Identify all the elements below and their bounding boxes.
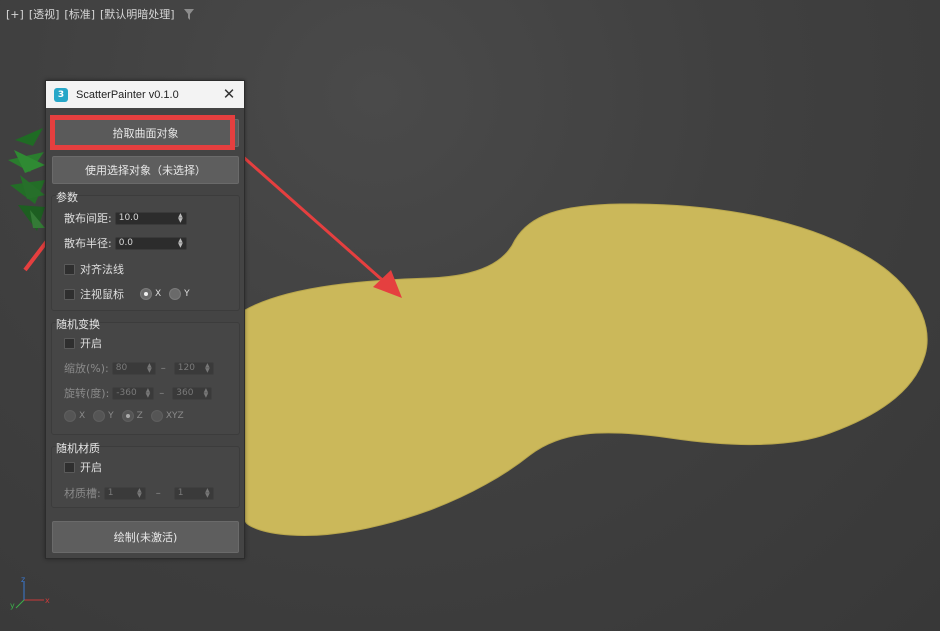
random-transform-title: 随机变换 — [56, 318, 100, 331]
rotate-max-value: 360 — [176, 388, 194, 398]
viewport-menu-standard[interactable]: [标准] — [62, 6, 98, 22]
rotate-min-value: -360 — [116, 388, 137, 398]
transform-enable-checkbox[interactable] — [64, 337, 75, 349]
funnel-icon[interactable] — [183, 8, 194, 20]
radius-spinner[interactable]: 0.0 ▲ ▼ — [114, 236, 187, 250]
range-dash: – — [160, 362, 166, 374]
transform-axis-xyz-radio[interactable] — [150, 410, 163, 422]
look-at-mouse-label: 注视鼠标 — [80, 288, 124, 301]
svg-text:z: z — [21, 575, 25, 584]
transform-axis-y-radio[interactable] — [93, 410, 106, 422]
rotate-label: 旋转(度): — [64, 387, 110, 400]
scatter-painter-dialog: 3 ScatterPainter v0.1.0 ✕ 拾取曲面对象 使用选择对象（… — [45, 80, 245, 559]
axis-gizmo-icon: x z y — [10, 575, 50, 610]
svg-text:y: y — [10, 601, 15, 610]
rotate-row: 旋转(度): -360 ▲ ▼ – 360 ▲ ▼ — [64, 385, 213, 401]
viewport-label-bar: [+] [透视] [标准] [默认明暗处理] — [4, 6, 194, 22]
scale-max-spinner[interactable]: 120 ▲ ▼ — [173, 361, 214, 375]
scale-min-value: 80 — [115, 363, 128, 373]
scale-row: 缩放(%): 80 ▲ ▼ – 120 ▲ ▼ — [64, 360, 214, 376]
slot-max-spinner[interactable]: 1 ▲ ▼ — [173, 486, 214, 500]
yellow-surface-object[interactable] — [244, 203, 928, 536]
spinner-arrows-icon[interactable]: ▲ ▼ — [146, 388, 151, 399]
spinner-arrows-icon[interactable]: ▲ ▼ — [137, 488, 142, 499]
spacing-value: 10.0 — [118, 213, 139, 223]
transform-axis-x-radio[interactable] — [64, 410, 76, 422]
look-at-mouse-row: 注视鼠标 X Y — [64, 286, 198, 302]
transform-axis-row: X Y Z XYZ — [64, 410, 192, 422]
material-slot-row: 材质槽: 1 ▲ ▼ – 1 ▲ ▼ — [64, 485, 214, 501]
use-selection-button[interactable]: 使用选择对象（未选择） — [52, 156, 239, 184]
look-at-mouse-checkbox[interactable] — [64, 288, 75, 300]
spacing-row: 散布间距: 10.0 ▲ ▼ — [64, 210, 187, 226]
spinner-arrows-icon[interactable]: ▲ ▼ — [178, 213, 183, 224]
random-material-title: 随机材质 — [56, 442, 100, 455]
spacing-label: 散布间距: — [64, 212, 112, 225]
spinner-arrows-icon[interactable]: ▲ ▼ — [178, 238, 183, 249]
transform-axis-xyz-label: XYZ — [165, 411, 184, 421]
material-enable-checkbox[interactable] — [64, 461, 75, 473]
align-normal-label: 对齐法线 — [80, 263, 124, 276]
slot-max-value: 1 — [177, 488, 184, 498]
close-icon[interactable]: ✕ — [220, 85, 238, 103]
transform-axis-y-label: Y — [108, 411, 114, 421]
draw-button[interactable]: 绘制(未激活) — [52, 521, 239, 553]
transform-axis-z-radio[interactable] — [121, 410, 134, 422]
radius-row: 散布半径: 0.0 ▲ ▼ — [64, 235, 187, 251]
axis-y-label: Y — [184, 289, 190, 299]
slot-min-spinner[interactable]: 1 ▲ ▼ — [103, 486, 146, 500]
viewport-menu-perspective[interactable]: [透视] — [27, 6, 63, 22]
params-group: 参数 散布间距: 10.0 ▲ ▼ 散布半径: 0.0 ▲ ▼ 对齐法线 注视鼠标 … — [51, 191, 240, 311]
plant-object[interactable] — [8, 128, 45, 231]
align-normal-row[interactable]: 对齐法线 — [64, 261, 124, 277]
transform-enable-row[interactable]: 开启 — [64, 335, 102, 351]
spacing-spinner[interactable]: 10.0 ▲ ▼ — [114, 211, 187, 225]
viewport-menu-plus[interactable]: [+] — [4, 8, 27, 21]
scale-label: 缩放(%): — [64, 362, 109, 375]
radius-value: 0.0 — [118, 238, 134, 248]
material-enable-label: 开启 — [80, 461, 102, 474]
align-normal-checkbox[interactable] — [64, 263, 75, 275]
slot-min-value: 1 — [107, 488, 114, 498]
spinner-arrows-icon[interactable]: ▲ ▼ — [205, 488, 210, 499]
app-icon: 3 — [54, 87, 68, 102]
rotate-min-spinner[interactable]: -360 ▲ ▼ — [112, 386, 155, 400]
transform-axis-x-label: X — [79, 411, 86, 421]
range-dash: – — [159, 387, 165, 399]
rotate-max-spinner[interactable]: 360 ▲ ▼ — [172, 386, 213, 400]
params-group-title: 参数 — [56, 191, 78, 204]
pick-surface-button[interactable]: 拾取曲面对象 — [52, 119, 239, 147]
spinner-arrows-icon[interactable]: ▲ ▼ — [205, 363, 210, 374]
viewport-menu-shading[interactable]: [默认明暗处理] — [98, 6, 178, 22]
transform-axis-z-label: Z — [136, 411, 143, 421]
random-material-group: 随机材质 开启 材质槽: 1 ▲ ▼ – 1 ▲ ▼ — [51, 442, 240, 508]
axis-y-radio[interactable] — [169, 288, 182, 300]
range-dash: – — [155, 487, 161, 499]
scale-min-spinner[interactable]: 80 ▲ ▼ — [111, 361, 156, 375]
svg-text:x: x — [45, 596, 50, 605]
radius-label: 散布半径: — [64, 237, 112, 250]
material-enable-row[interactable]: 开启 — [64, 459, 102, 475]
axis-x-radio[interactable] — [140, 288, 152, 300]
random-transform-group: 随机变换 开启 缩放(%): 80 ▲ ▼ – 120 ▲ ▼ 旋转(度): -36… — [51, 318, 240, 435]
axis-x-label: X — [155, 289, 162, 299]
scale-max-value: 120 — [177, 363, 195, 373]
dialog-title: ScatterPainter v0.1.0 — [76, 88, 179, 101]
transform-enable-label: 开启 — [80, 337, 102, 350]
spinner-arrows-icon[interactable]: ▲ ▼ — [204, 388, 209, 399]
spinner-arrows-icon[interactable]: ▲ ▼ — [147, 363, 152, 374]
dialog-titlebar[interactable]: 3 ScatterPainter v0.1.0 ✕ — [46, 81, 244, 108]
material-slot-label: 材质槽: — [64, 487, 101, 500]
